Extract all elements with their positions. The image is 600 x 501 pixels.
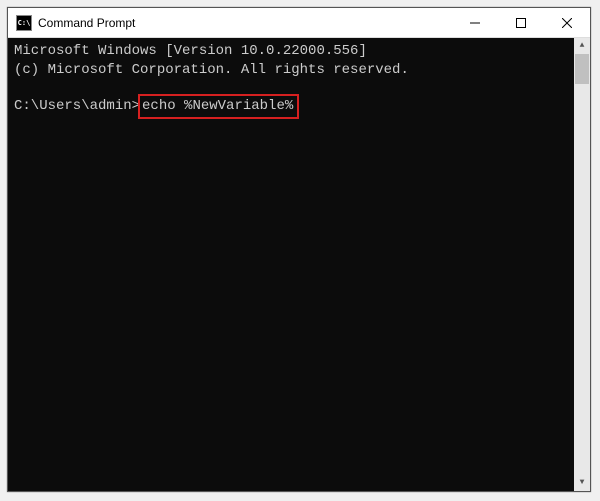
- terminal-output-line: Microsoft Windows [Version 10.0.22000.55…: [14, 42, 584, 61]
- command-prompt-window: C:\ Command Prompt Microsoft Windows [Ve…: [7, 7, 591, 492]
- titlebar[interactable]: C:\ Command Prompt: [8, 8, 590, 38]
- close-icon: [562, 18, 572, 28]
- terminal-output-line: (c) Microsoft Corporation. All rights re…: [14, 61, 584, 80]
- minimize-button[interactable]: [452, 8, 498, 37]
- maximize-button[interactable]: [498, 8, 544, 37]
- command-text: echo %NewVariable%: [142, 98, 293, 114]
- cmd-icon: C:\: [16, 15, 32, 31]
- window-controls: [452, 8, 590, 37]
- command-highlight: echo %NewVariable%: [138, 94, 299, 119]
- terminal-area[interactable]: Microsoft Windows [Version 10.0.22000.55…: [8, 38, 590, 491]
- terminal-prompt-line: C:\Users\admin>echo %NewVariable%: [14, 94, 584, 119]
- scrollbar-thumb[interactable]: [575, 54, 589, 84]
- maximize-icon: [516, 18, 526, 28]
- minimize-icon: [470, 18, 480, 28]
- vertical-scrollbar[interactable]: ▲ ▼: [574, 38, 590, 491]
- scroll-up-arrow-icon[interactable]: ▲: [574, 38, 590, 54]
- scroll-down-arrow-icon[interactable]: ▼: [574, 475, 590, 491]
- close-button[interactable]: [544, 8, 590, 37]
- window-title: Command Prompt: [38, 16, 452, 30]
- prompt-text: C:\Users\admin>: [14, 97, 140, 116]
